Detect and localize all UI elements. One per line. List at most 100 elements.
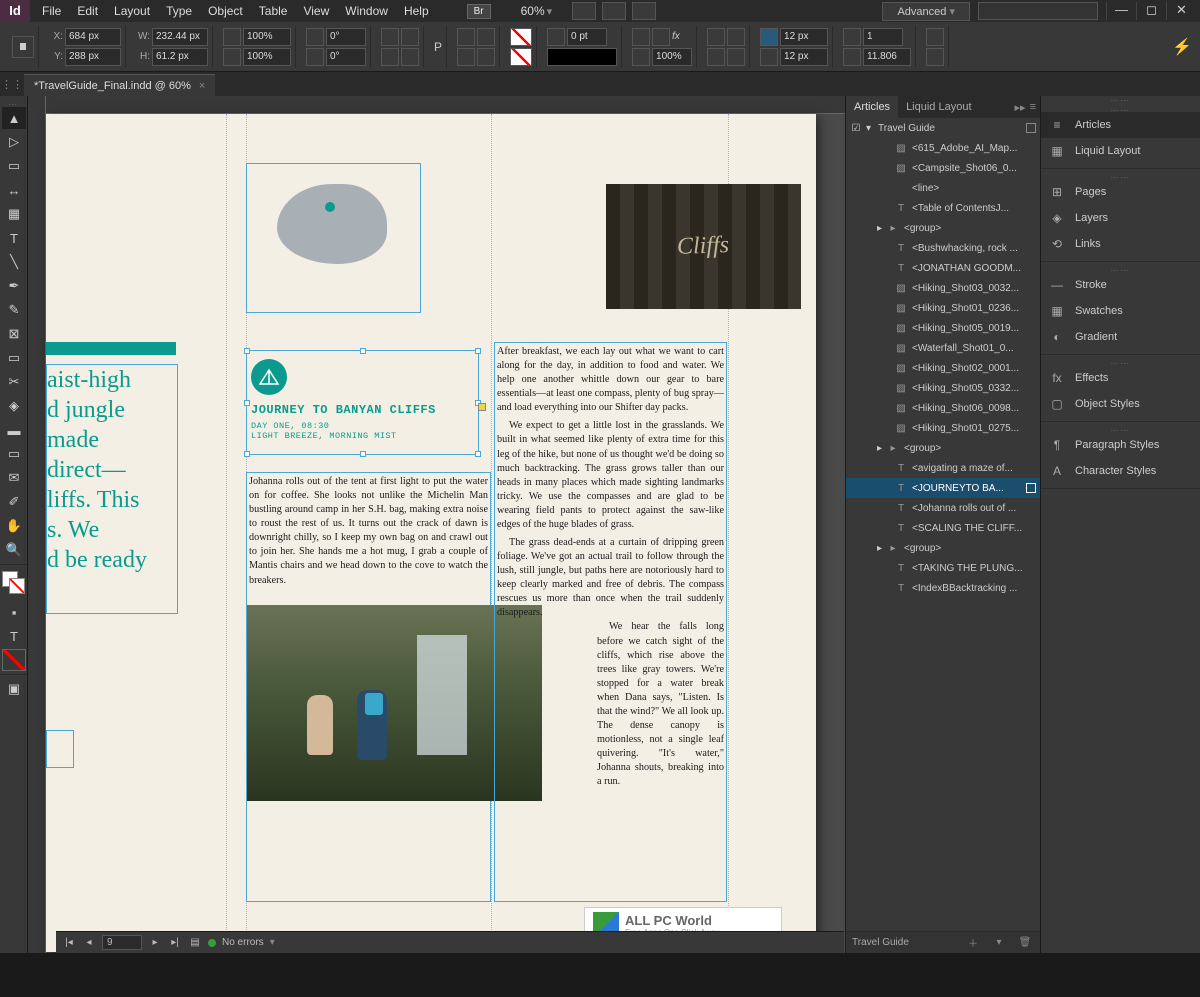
map-frame[interactable] xyxy=(246,163,421,313)
document-tab[interactable]: *TravelGuide_Final.indd @ 60% × xyxy=(24,74,215,96)
minimize-button[interactable]: — xyxy=(1106,2,1136,20)
menu-window[interactable]: Window xyxy=(337,4,396,18)
article-item[interactable]: T<TAKING THE PLUNG... xyxy=(846,558,1040,578)
note-tool[interactable]: ✉ xyxy=(2,467,26,489)
w-field[interactable]: 232.44 px xyxy=(152,28,208,46)
open-pages-icon[interactable]: ▤ xyxy=(188,937,202,948)
px-field2[interactable]: 12 px xyxy=(780,48,828,66)
articles-tab[interactable]: Articles xyxy=(846,96,898,118)
bridge-button[interactable]: Br xyxy=(467,4,491,19)
journey-title-frame[interactable]: JOURNEY TO BANYAN CLIFFS DAY ONE, 08:30 … xyxy=(246,350,479,455)
frame-fit2-icon[interactable] xyxy=(760,48,778,66)
direct-selection-tool[interactable]: ▷ xyxy=(2,131,26,153)
stroke-swatch[interactable] xyxy=(510,48,532,66)
page-field[interactable]: 9 xyxy=(102,935,142,950)
apply-none-icon[interactable] xyxy=(2,649,26,671)
article-item[interactable]: T<avigating a maze of... xyxy=(846,458,1040,478)
panel-button-pages[interactable]: ⊞Pages xyxy=(1041,179,1200,205)
article-item[interactable]: ▨<Hiking_Shot02_0001... xyxy=(846,358,1040,378)
panel-button-liquid-layout[interactable]: ▦Liquid Layout xyxy=(1041,138,1200,164)
gutter-field[interactable]: 11.806 xyxy=(863,48,911,66)
preflight-status-icon[interactable] xyxy=(208,939,216,947)
select-container-icon[interactable] xyxy=(457,28,475,46)
article-item[interactable]: ▨<Waterfall_Shot01_0... xyxy=(846,338,1040,358)
line-tool[interactable]: ╲ xyxy=(2,251,26,273)
view-mode-icon[interactable]: ▣ xyxy=(2,678,26,700)
select-next-icon[interactable] xyxy=(477,48,495,66)
menu-object[interactable]: Object xyxy=(200,4,251,18)
menu-table[interactable]: Table xyxy=(251,4,296,18)
content-collector-tool[interactable]: ▦ xyxy=(2,203,26,225)
document-page[interactable]: Cliffs aist-high d jungle made direct— l… xyxy=(46,114,816,952)
article-item[interactable]: ▨<Hiking_Shot01_0236... xyxy=(846,298,1040,318)
toolbox-grip[interactable]: ⋯ xyxy=(0,100,27,106)
formatting-container-icon[interactable]: T xyxy=(2,625,26,647)
article-item[interactable]: <line> xyxy=(846,178,1040,198)
wrap-4-icon[interactable] xyxy=(727,48,745,66)
zoom-level[interactable]: 60% xyxy=(521,4,545,18)
article-item[interactable]: T<Johanna rolls out of ... xyxy=(846,498,1040,518)
article-item[interactable]: ▨<615_Adobe_AI_Map... xyxy=(846,138,1040,158)
gradient-feather-tool[interactable]: ▭ xyxy=(2,443,26,465)
panel-menu-icon[interactable]: ≡ xyxy=(1030,101,1036,114)
wrap-2-icon[interactable] xyxy=(727,28,745,46)
maximize-button[interactable]: ◻ xyxy=(1136,2,1166,20)
rotate-field[interactable]: 0° xyxy=(326,28,366,46)
tab-close-icon[interactable]: × xyxy=(199,80,205,92)
headline-frame[interactable]: aist-high d jungle made direct— liffs. T… xyxy=(46,364,178,614)
gap-tool[interactable]: ↔ xyxy=(2,179,26,201)
outport-icon[interactable] xyxy=(478,403,486,411)
apply-color-icon[interactable]: ▪ xyxy=(2,601,26,623)
panel-button-swatches[interactable]: ▦Swatches xyxy=(1041,298,1200,324)
select-content-icon[interactable] xyxy=(477,28,495,46)
article-item[interactable]: ▸▸<group> xyxy=(846,538,1040,558)
preflight-dropdown-icon[interactable]: ▾ xyxy=(270,937,275,948)
scale-y-field[interactable]: 100% xyxy=(243,48,291,66)
article-item[interactable]: ▨<Hiking_Shot01_0275... xyxy=(846,418,1040,438)
opacity-field[interactable]: 100% xyxy=(652,48,692,66)
panel-button-layers[interactable]: ◈Layers xyxy=(1041,205,1200,231)
article-item[interactable]: ▨<Hiking_Shot03_0032... xyxy=(846,278,1040,298)
tab-grip-icon[interactable]: ⋮⋮ xyxy=(0,72,24,96)
scissors-tool[interactable]: ✂ xyxy=(2,371,26,393)
preflight-text[interactable]: No errors xyxy=(222,937,264,948)
article-item[interactable]: ▨<Hiking_Shot06_0098... xyxy=(846,398,1040,418)
article-item[interactable]: T<SCALING THE CLIFF... xyxy=(846,518,1040,538)
y-field[interactable]: 288 px xyxy=(65,48,121,66)
article-item[interactable]: T<JONATHAN GOODM... xyxy=(846,258,1040,278)
pen-tool[interactable]: ✒ xyxy=(2,275,26,297)
view-mode-3-icon[interactable] xyxy=(632,2,656,20)
menu-file[interactable]: File xyxy=(34,4,69,18)
type-tool[interactable]: T xyxy=(2,227,26,249)
liquid-layout-tab[interactable]: Liquid Layout xyxy=(898,96,979,118)
search-input[interactable] xyxy=(978,2,1098,20)
cols-field[interactable]: 1 xyxy=(863,28,903,46)
body-col2-frame[interactable]: After breakfast, we each lay out what we… xyxy=(494,342,727,902)
eyedropper-tool[interactable]: ✐ xyxy=(2,491,26,513)
rotate-cw-icon[interactable] xyxy=(381,48,399,66)
cliffs-image-frame[interactable]: Cliffs xyxy=(606,184,801,309)
panel-button-effects[interactable]: fxEffects xyxy=(1041,365,1200,391)
article-item[interactable]: ▨<Campsite_Shot06_0... xyxy=(846,158,1040,178)
panel-button-object-styles[interactable]: ▢Object Styles xyxy=(1041,391,1200,417)
article-item[interactable]: ▸▸<group> xyxy=(846,438,1040,458)
first-page-icon[interactable]: |◂ xyxy=(62,937,76,948)
vertical-ruler[interactable] xyxy=(28,96,46,953)
selection-tool[interactable]: ▲ xyxy=(2,107,26,129)
flip-v-icon[interactable] xyxy=(401,48,419,66)
new-article-icon[interactable]: ＋ xyxy=(964,935,982,950)
delete-article-icon[interactable]: 🗑 xyxy=(1016,937,1034,948)
panel-button-character-styles[interactable]: ACharacter Styles xyxy=(1041,458,1200,484)
article-item[interactable]: T<JOURNEYTO BA... xyxy=(846,478,1040,498)
shear-field[interactable]: 0° xyxy=(326,48,366,66)
drop-shadow-icon[interactable] xyxy=(652,28,670,46)
flip-h-icon[interactable] xyxy=(401,28,419,46)
rectangle-frame-tool[interactable]: ⊠ xyxy=(2,323,26,345)
menu-edit[interactable]: Edit xyxy=(69,4,106,18)
view-mode-2-icon[interactable] xyxy=(602,2,626,20)
align-1-icon[interactable] xyxy=(926,28,944,46)
article-root[interactable]: ☑ ▾ Travel Guide xyxy=(846,118,1040,138)
menu-layout[interactable]: Layout xyxy=(106,4,158,18)
rotate-ccw-icon[interactable] xyxy=(381,28,399,46)
panel-button-stroke[interactable]: —Stroke xyxy=(1041,272,1200,298)
